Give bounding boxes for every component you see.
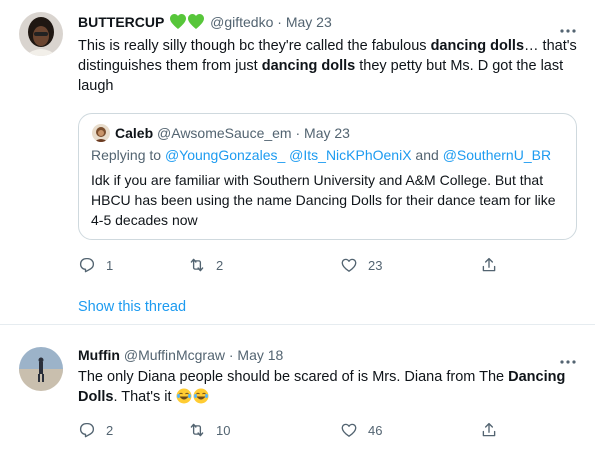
like-button[interactable]: 23: [340, 255, 382, 275]
laughing-emoji-icon: [193, 388, 209, 404]
share-button[interactable]: [480, 255, 498, 275]
retweet-count: 10: [216, 422, 231, 438]
separator-dot: ·: [295, 125, 301, 141]
quote-header: Caleb @AwsomeSauce_em · May 23: [115, 124, 350, 142]
like-icon: [341, 423, 357, 437]
retweet-count: 2: [216, 257, 224, 273]
separator-dot: ·: [277, 14, 282, 30]
more-icon[interactable]: [559, 352, 577, 364]
green-heart-icon: [170, 14, 205, 34]
tweet-date: May 23: [304, 125, 350, 141]
avatar[interactable]: [19, 347, 63, 391]
quote-text: Idk if you are familiar with Southern Un…: [91, 172, 556, 228]
reply-icon: [79, 422, 95, 438]
mention-link[interactable]: @YoungGonzales_: [165, 147, 285, 163]
author-handle[interactable]: @AwsomeSauce_em: [157, 125, 292, 141]
more-icon[interactable]: [559, 21, 577, 33]
author-handle[interactable]: @MuffinMcgraw: [124, 347, 225, 363]
tweet-text: The only Diana people should be scared o…: [78, 367, 578, 407]
mention-link[interactable]: @SouthernU_BR: [443, 147, 551, 163]
replying-to: Replying to @YoungGonzales_ @Its_NicKPhO…: [91, 146, 551, 164]
tweet-date[interactable]: May 18: [237, 347, 283, 363]
share-button[interactable]: [480, 420, 498, 440]
avatar[interactable]: [92, 124, 110, 142]
author-name[interactable]: Muffin: [78, 347, 120, 363]
reply-count: 2: [106, 422, 114, 438]
like-icon: [341, 258, 357, 272]
retweet-button[interactable]: 2: [188, 255, 223, 275]
author-handle[interactable]: @giftedko: [210, 14, 273, 30]
author-name[interactable]: BUTTERCUP: [78, 14, 164, 30]
quoted-tweet[interactable]: Caleb @AwsomeSauce_em · May 23 Replying …: [78, 113, 577, 240]
tweet-date[interactable]: May 23: [286, 14, 332, 30]
avatar[interactable]: [19, 12, 63, 56]
like-count: 23: [368, 257, 383, 273]
tweet-header: BUTTERCUP @giftedko · May 23: [78, 13, 332, 34]
tweet-text-bold: dancing dolls: [261, 58, 356, 74]
tweet-text-part: This is really silly though bc they're c…: [78, 38, 431, 54]
retweet-icon: [190, 423, 204, 437]
reply-count: 1: [106, 257, 114, 273]
show-thread-link[interactable]: Show this thread: [78, 298, 186, 316]
tweet-text-part: . That's it: [113, 389, 176, 405]
like-button[interactable]: 46: [340, 420, 382, 440]
tweet-buttercup[interactable]: BUTTERCUP @giftedko · May 23 This is rea…: [0, 0, 595, 325]
tweet-text-bold: dancing dolls: [430, 38, 525, 54]
mention-link[interactable]: @Its_NicKPhOeniX: [289, 147, 411, 163]
action-bar: 1 2 23: [78, 255, 498, 275]
reply-button[interactable]: 2: [78, 420, 113, 440]
tweet-text-part: The only Diana people should be scared o…: [78, 369, 509, 385]
tweet-header: Muffin @MuffinMcgraw · May 18: [78, 346, 283, 364]
retweet-button[interactable]: 10: [188, 420, 230, 440]
replying-prefix: Replying to: [91, 147, 165, 163]
reply-icon: [79, 257, 95, 273]
like-count: 46: [368, 422, 383, 438]
share-icon: [482, 422, 496, 437]
retweet-icon: [190, 258, 204, 272]
tweet-text: This is really silly though bc they're c…: [78, 36, 578, 96]
reply-button[interactable]: 1: [78, 255, 113, 275]
share-icon: [482, 257, 496, 272]
separator-dot: ·: [228, 347, 234, 363]
and-word: and: [411, 147, 443, 163]
laughing-emoji-icon: [176, 388, 192, 404]
action-bar: 2 10 46: [78, 420, 498, 440]
author-name[interactable]: Caleb: [115, 125, 153, 141]
